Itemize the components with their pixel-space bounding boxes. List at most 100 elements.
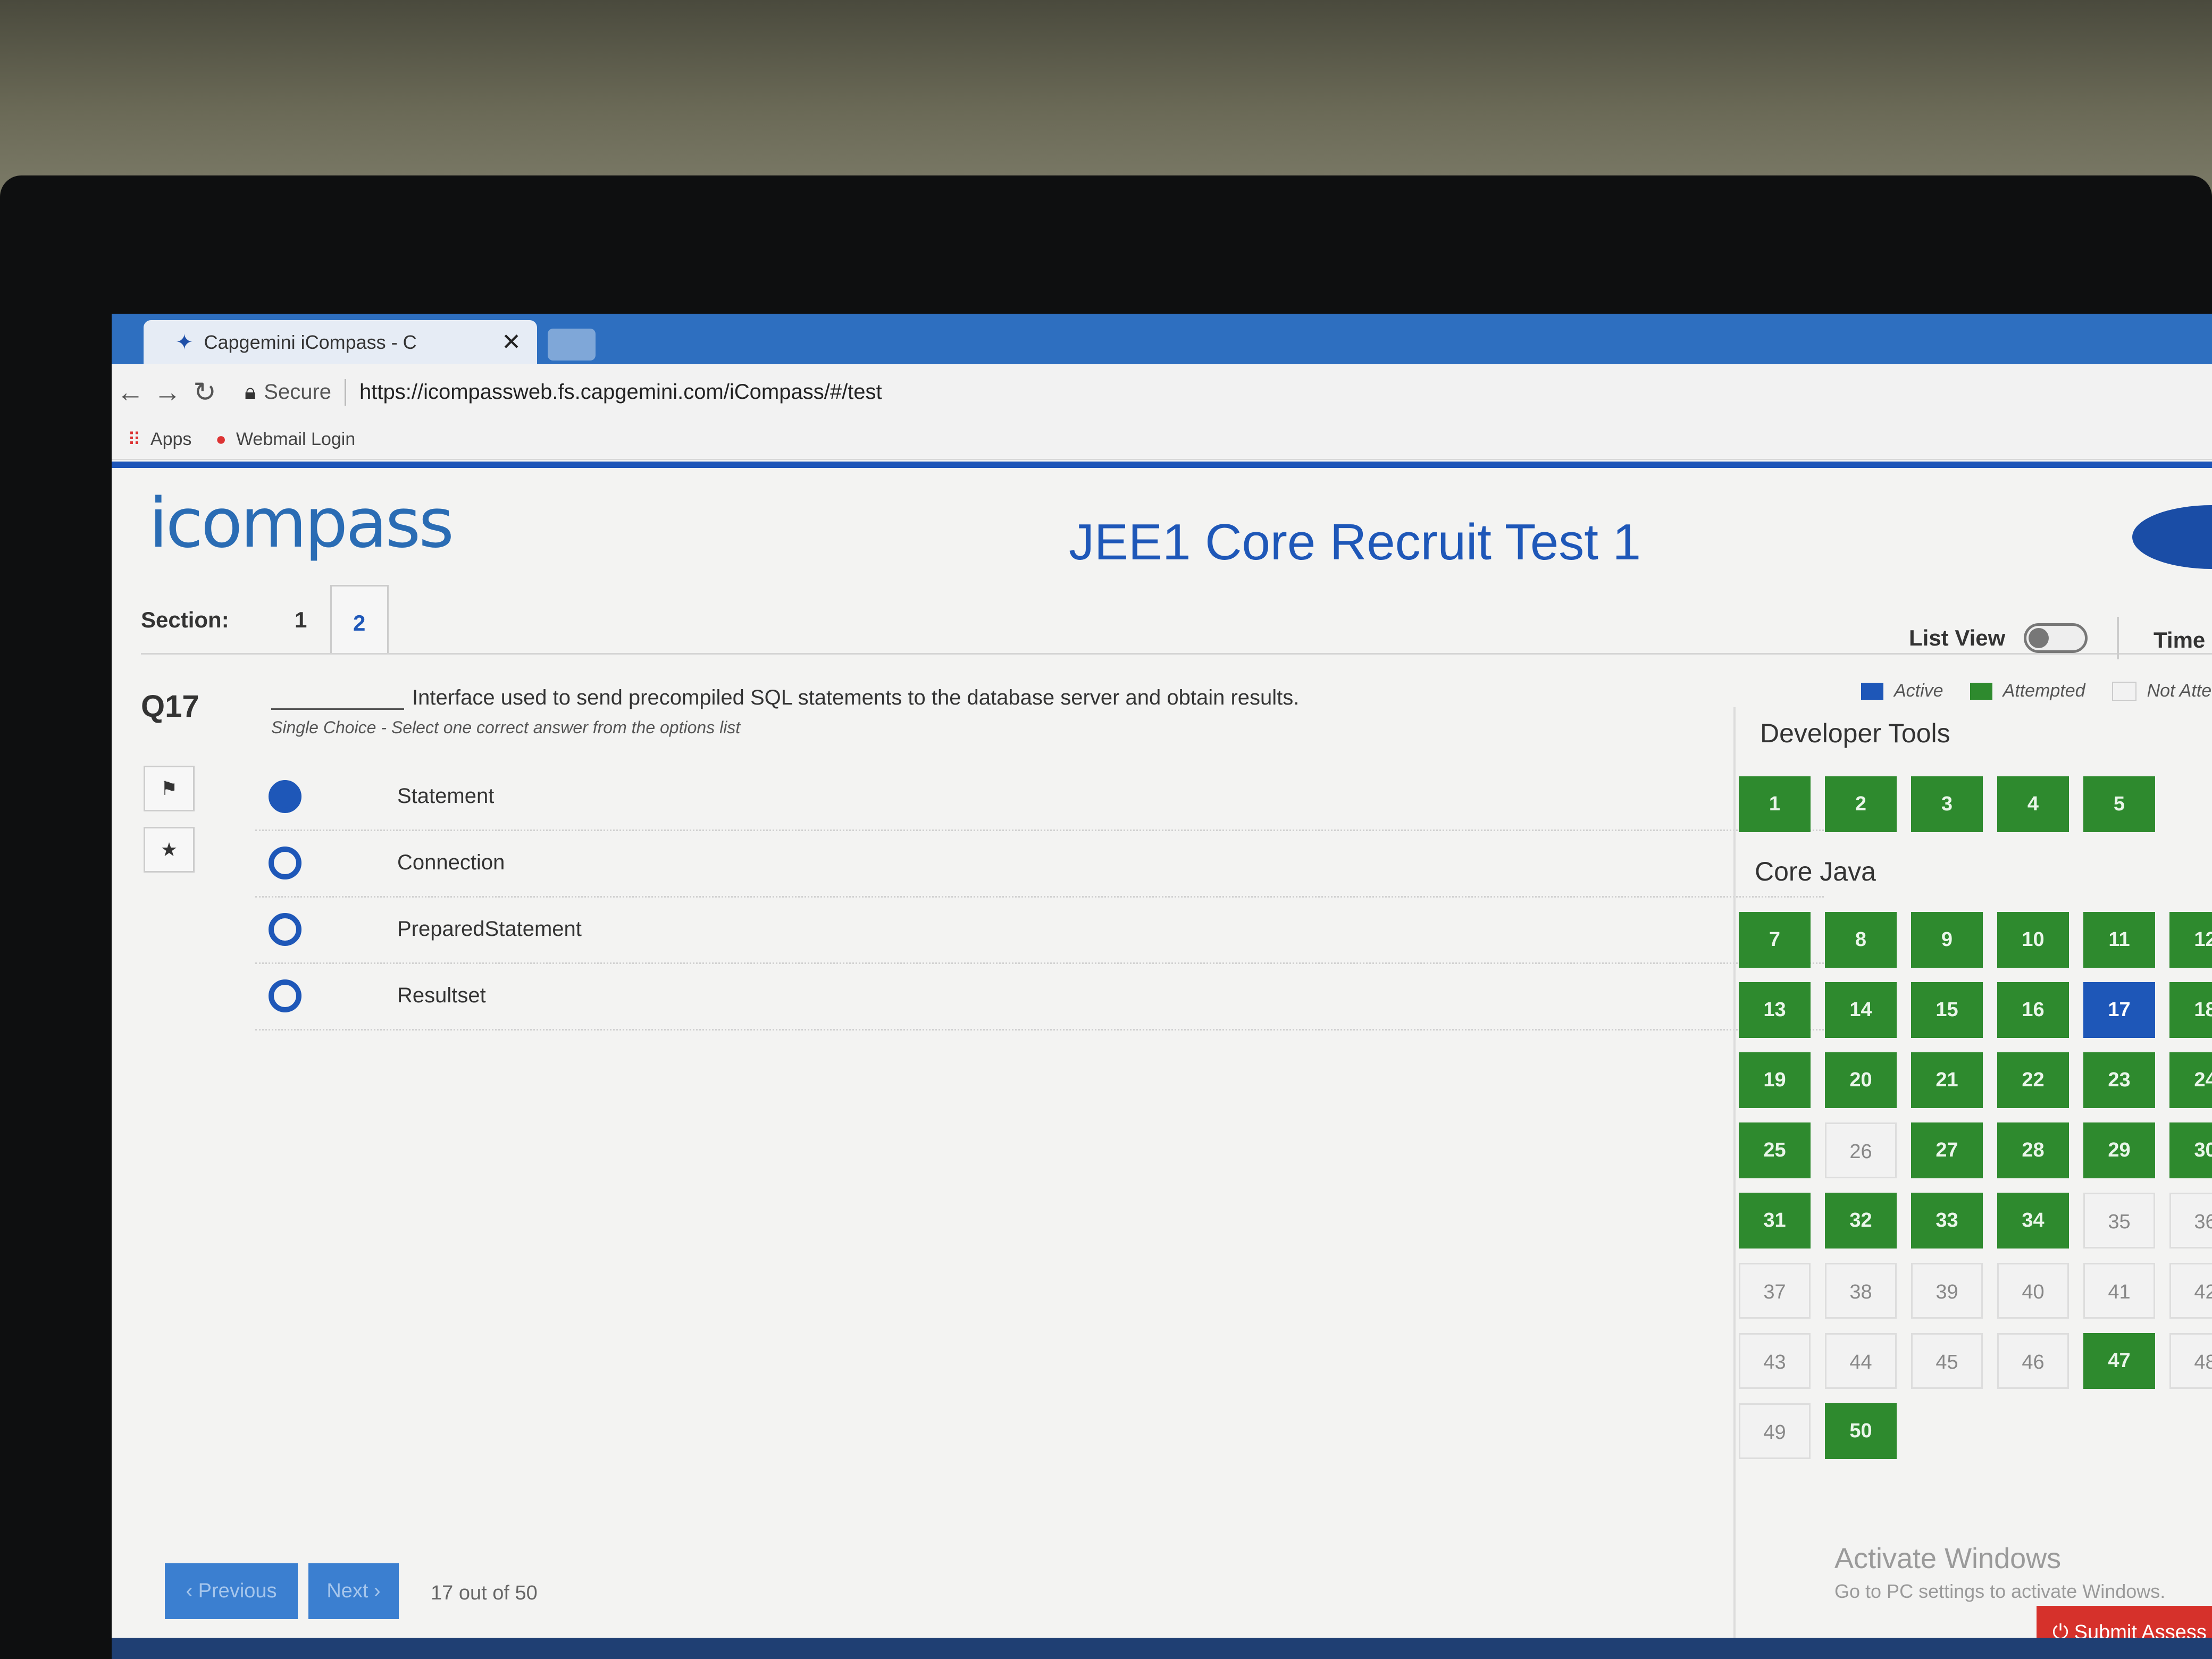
question-text: Interface used to send precompiled SQL s… [412, 686, 1300, 709]
url-input[interactable]: https://icompassweb.fs.capgemini.com/iCo… [359, 380, 882, 404]
bookmark-label: Apps [150, 429, 192, 449]
question-button-7[interactable]: 7 [1739, 912, 1811, 968]
question-button-17[interactable]: 17 [2083, 982, 2155, 1038]
question-button-24[interactable]: 24 [2169, 1052, 2212, 1108]
option-label: Resultset [397, 984, 486, 1007]
time-label: Time [2154, 627, 2206, 652]
question-button-1[interactable]: 1 [1739, 776, 1811, 832]
question-button-37[interactable]: 37 [1739, 1263, 1811, 1319]
question-button-34[interactable]: 34 [1997, 1193, 2069, 1249]
option-connection[interactable]: Connection [255, 830, 1824, 898]
question-button-44[interactable]: 44 [1825, 1333, 1897, 1389]
question-button-40[interactable]: 40 [1997, 1263, 2069, 1319]
question-button-49[interactable]: 49 [1739, 1403, 1811, 1459]
question-button-20[interactable]: 20 [1825, 1052, 1897, 1108]
panel-divider [1733, 707, 1736, 1638]
question-button-36[interactable]: 36 [2169, 1193, 2212, 1249]
option-resultset[interactable]: Resultset [255, 962, 1824, 1030]
radio-unselected[interactable] [269, 912, 301, 946]
question-button-32[interactable]: 32 [1825, 1193, 1897, 1249]
reload-icon[interactable]: ↻ [186, 376, 223, 408]
question-button-23[interactable]: 23 [2083, 1052, 2155, 1108]
question-button-9[interactable]: 9 [1911, 912, 1983, 968]
status-legend: Active Attempted Not Atte [1861, 681, 2212, 701]
lock-icon: 🔒︎ [245, 380, 256, 404]
flag-button[interactable]: ⚑ [144, 766, 195, 811]
question-button-3[interactable]: 3 [1911, 776, 1983, 832]
apps-grid-icon: ⠿ [128, 429, 141, 450]
question-button-25[interactable]: 25 [1739, 1122, 1811, 1178]
bookmark-label: Webmail Login [236, 429, 356, 449]
question-button-29[interactable]: 29 [2083, 1122, 2155, 1178]
new-tab-button[interactable] [548, 329, 596, 361]
progress-text: 17 out of 50 [431, 1582, 538, 1604]
list-view-toggle[interactable] [2024, 623, 2088, 653]
question-button-8[interactable]: 8 [1825, 912, 1897, 968]
list-view-label: List View [1909, 625, 2006, 650]
question-button-30[interactable]: 30 [2169, 1122, 2212, 1178]
question-button-42[interactable]: 42 [2169, 1263, 2212, 1319]
question-button-21[interactable]: 21 [1911, 1052, 1983, 1108]
windows-watermark: Activate Windows Go to PC settings to ac… [1834, 1542, 2165, 1603]
question-button-48[interactable]: 48 [2169, 1333, 2212, 1389]
laptop-screen: ✦ Capgemini iCompass - C ✕ ← → ↻ 🔒︎ Secu… [112, 314, 2212, 1659]
tab-section-1[interactable]: 1 [272, 607, 330, 654]
radio-selected[interactable] [269, 780, 301, 813]
question-button-16[interactable]: 16 [1997, 982, 2069, 1038]
question-button-15[interactable]: 15 [1911, 982, 1983, 1038]
question-button-27[interactable]: 27 [1911, 1122, 1983, 1178]
bookmark-webmail[interactable]: ● Webmail Login [215, 429, 355, 450]
legend-swatch [2112, 681, 2136, 701]
question-button-38[interactable]: 38 [1825, 1263, 1897, 1319]
previous-button[interactable]: ‹ Previous [165, 1563, 298, 1619]
bookmarks-bar: ⠿ Apps ● Webmail Login [112, 420, 2212, 460]
legend-label: Active [1894, 681, 1943, 701]
question-button-28[interactable]: 28 [1997, 1122, 2069, 1178]
radio-unselected[interactable] [269, 846, 301, 879]
question-button-12[interactable]: 12 [2169, 912, 2212, 968]
question-button-45[interactable]: 45 [1911, 1333, 1983, 1389]
question-button-10[interactable]: 10 [1997, 912, 2069, 968]
bookmark-icon: ★ [160, 839, 178, 860]
avatar[interactable] [2132, 505, 2212, 569]
radio-unselected[interactable] [269, 979, 301, 1012]
group-title-core-java: Core Java [1755, 857, 1876, 886]
back-arrow-icon[interactable]: ← [112, 376, 149, 408]
question-button-2[interactable]: 2 [1825, 776, 1897, 832]
question-button-41[interactable]: 41 [2083, 1263, 2155, 1319]
question-button-18[interactable]: 18 [2169, 982, 2212, 1038]
question-button-47[interactable]: 47 [2083, 1333, 2155, 1389]
question-button-50[interactable]: 50 [1825, 1403, 1897, 1459]
question-button-39[interactable]: 39 [1911, 1263, 1983, 1319]
question-button-13[interactable]: 13 [1739, 982, 1811, 1038]
question-button-14[interactable]: 14 [1825, 982, 1897, 1038]
legend-label: Not Atte [2147, 681, 2212, 701]
toolbar-separator [2117, 617, 2119, 659]
windows-taskbar [112, 1638, 2212, 1659]
legend-not-attempted: Not Atte [2112, 681, 2212, 701]
question-number: Q17 [141, 689, 199, 724]
question-button-35[interactable]: 35 [2083, 1193, 2155, 1249]
bookmark-apps[interactable]: ⠿ Apps [128, 429, 191, 450]
question-button-5[interactable]: 5 [2083, 776, 2155, 832]
question-button-31[interactable]: 31 [1739, 1193, 1811, 1249]
bookmark-button[interactable]: ★ [144, 827, 195, 873]
background-wall [0, 0, 2212, 197]
question-hint: Single Choice - Select one correct answe… [271, 718, 741, 737]
question-button-33[interactable]: 33 [1911, 1193, 1983, 1249]
question-button-46[interactable]: 46 [1997, 1333, 2069, 1389]
question-button-4[interactable]: 4 [1997, 776, 2069, 832]
question-button-19[interactable]: 19 [1739, 1052, 1811, 1108]
tab-title: Capgemini iCompass - C [204, 331, 417, 353]
question-button-22[interactable]: 22 [1997, 1052, 2069, 1108]
tab-section-2[interactable]: 2 [330, 585, 389, 654]
question-button-11[interactable]: 11 [2083, 912, 2155, 968]
option-preparedstatement[interactable]: PreparedStatement [255, 896, 1824, 964]
forward-arrow-icon[interactable]: → [149, 376, 186, 408]
option-statement[interactable]: Statement [255, 763, 1824, 831]
browser-tab[interactable]: ✦ Capgemini iCompass - C ✕ [144, 320, 537, 364]
question-button-26[interactable]: 26 [1825, 1122, 1897, 1178]
close-icon[interactable]: ✕ [501, 329, 521, 356]
next-button[interactable]: Next › [308, 1563, 399, 1619]
question-button-43[interactable]: 43 [1739, 1333, 1811, 1389]
